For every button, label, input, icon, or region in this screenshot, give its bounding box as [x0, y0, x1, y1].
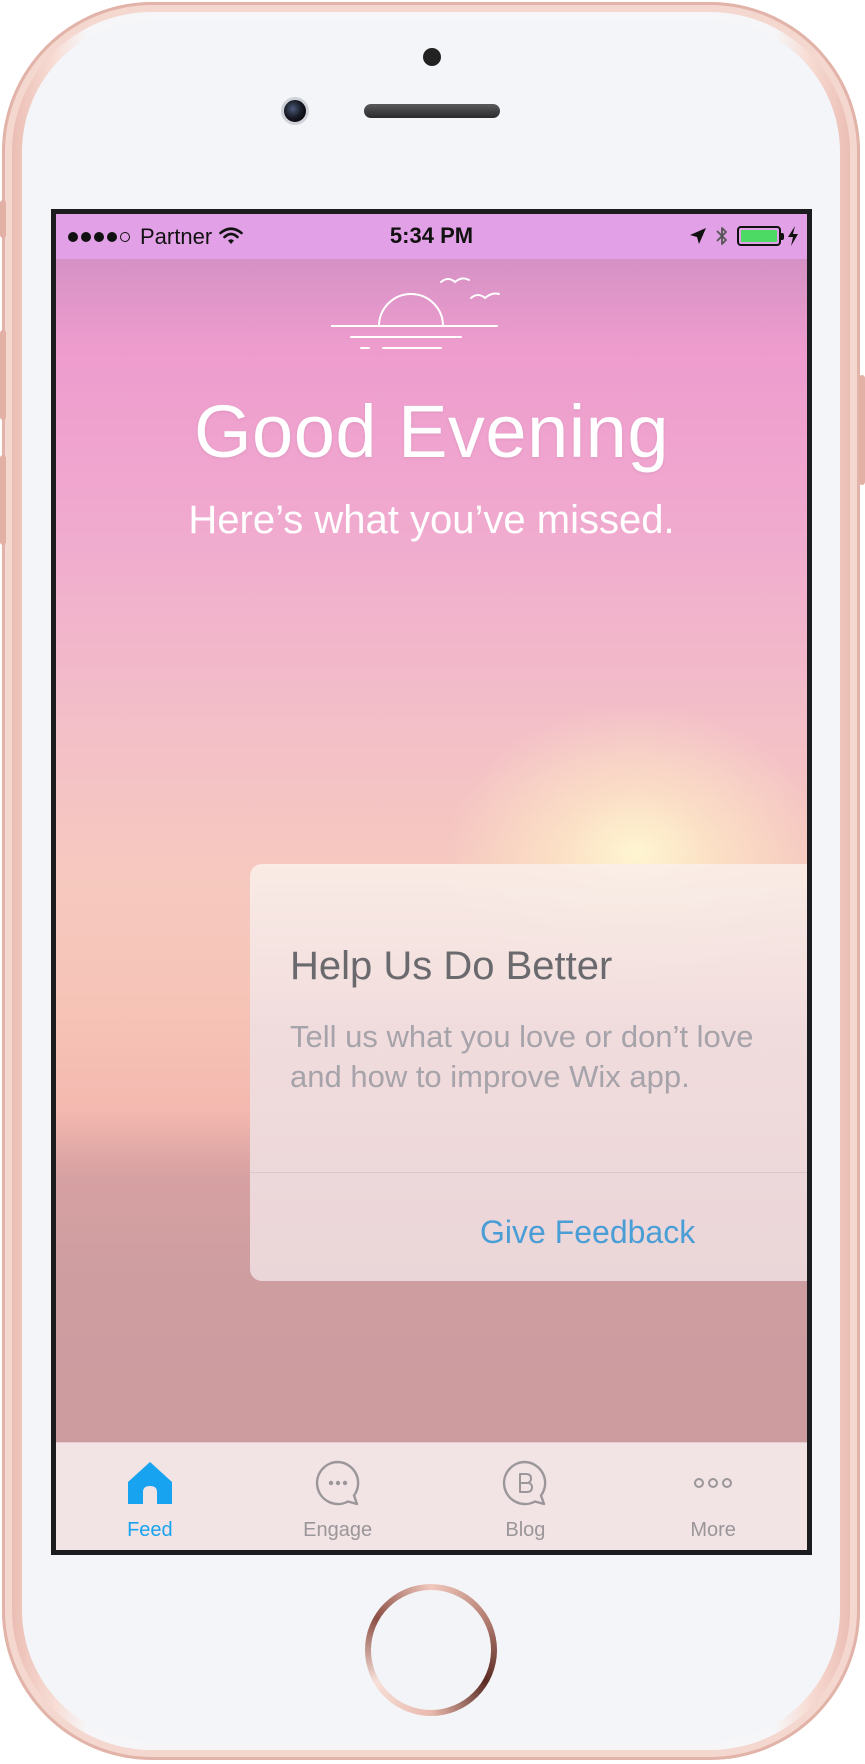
feedback-card-body: Tell us what you love or don’t love and …	[290, 1019, 754, 1094]
blog-icon	[503, 1460, 547, 1506]
mute-switch	[0, 200, 6, 238]
feedback-card-divider	[250, 1172, 807, 1173]
home-button[interactable]	[365, 1584, 497, 1716]
volume-down-button	[0, 455, 6, 545]
greeting-title: Good Evening	[193, 390, 669, 473]
chat-bubble-icon	[315, 1460, 359, 1506]
tab-blog-label: Blog	[505, 1519, 546, 1541]
earpiece-speaker	[364, 104, 500, 118]
tab-bar: Feed Engage Blog More	[56, 1442, 807, 1550]
charging-bolt-icon	[788, 226, 798, 246]
home-icon	[127, 1462, 172, 1504]
proximity-sensor	[423, 48, 441, 66]
tab-blog[interactable]: Blog	[432, 1443, 620, 1550]
more-dots-icon	[694, 1478, 733, 1488]
phone-screen: Partner 5:34 PM Good Evening Here’s what…	[51, 209, 812, 1555]
tab-more[interactable]: More	[619, 1443, 807, 1550]
volume-up-button	[0, 330, 6, 420]
tab-engage[interactable]: Engage	[244, 1443, 432, 1550]
power-button	[859, 375, 865, 485]
feedback-card-title: Help Us Do Better	[290, 944, 613, 988]
bluetooth-icon	[716, 227, 727, 245]
tab-feed-label: Feed	[127, 1519, 173, 1541]
greeting-subtitle: Here’s what you’ve missed.	[188, 498, 675, 542]
sunset-icon	[331, 277, 500, 349]
tab-feed[interactable]: Feed	[56, 1443, 244, 1550]
tab-engage-label: Engage	[303, 1519, 373, 1541]
feedback-card: Help Us Do Better Tell us what you love …	[250, 864, 807, 1281]
app-background: Partner 5:34 PM Good Evening Here’s what…	[56, 214, 807, 1550]
battery-level	[741, 230, 777, 242]
give-feedback-button[interactable]: Give Feedback	[480, 1214, 695, 1251]
battery-icon	[737, 226, 784, 246]
status-right	[689, 225, 799, 247]
front-camera	[281, 97, 309, 125]
status-bar: Partner 5:34 PM	[56, 214, 807, 259]
tab-more-label: More	[690, 1519, 736, 1541]
location-arrow-icon	[690, 228, 706, 244]
